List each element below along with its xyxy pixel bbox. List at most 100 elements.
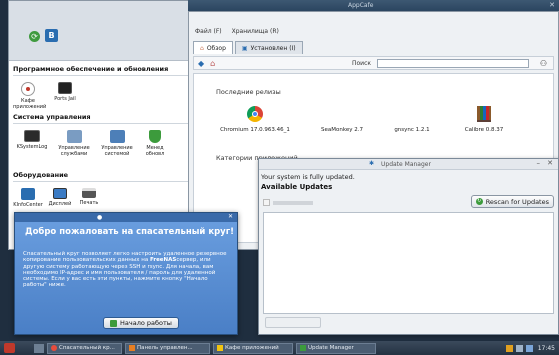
battery-icon[interactable]: [525, 344, 533, 352]
kinfocenter-item[interactable]: KInfoCenter: [13, 188, 43, 208]
calibre-icon: [477, 106, 491, 122]
welcome-body: Спасательный круг позволяет легко настро…: [23, 251, 233, 289]
search-input[interactable]: [377, 59, 529, 68]
rescan-button[interactable]: ↻ Rescan for Updates: [470, 195, 554, 208]
app-icon: ✱: [369, 160, 375, 167]
appcafe-toolbar: ◆ ⌂ Поиск ⚇: [193, 56, 554, 70]
task-label: Update Manager: [308, 345, 354, 351]
item-label: Дисплей: [48, 201, 72, 207]
close-icon[interactable]: ✕: [547, 159, 553, 167]
task-welcome[interactable]: Спасательный кр...: [47, 342, 122, 354]
system-manager-item[interactable]: Управление системой: [97, 130, 137, 157]
freenas-text: FreeNAS: [149, 257, 177, 264]
tab-label: Установлен (I): [250, 44, 296, 52]
start-update-button: [265, 317, 321, 328]
available-heading: Available Updates: [261, 183, 333, 191]
item-label: Ports Jail: [54, 96, 76, 102]
close-icon[interactable]: ✕: [228, 213, 233, 220]
welcome-dialog: ● ✕ Добро пожаловать на спасательный кру…: [14, 212, 238, 335]
tab-installed[interactable]: ▣ Установлен (I): [234, 41, 303, 54]
task-appcafe[interactable]: Кафе приложений: [213, 342, 293, 354]
control-panel-icon: [129, 345, 135, 351]
binoculars-icon[interactable]: ⚇: [540, 59, 547, 68]
menu-file[interactable]: Файл (F): [195, 28, 222, 35]
start-label: Начало работы: [120, 319, 172, 327]
back-icon[interactable]: ◆: [198, 59, 204, 68]
info-icon: [21, 188, 35, 200]
appcafe-item[interactable]: Кафе приложений: [13, 82, 47, 110]
app-item-calibre[interactable]: Calibre 0.8.37: [454, 106, 514, 133]
welcome-titlebar: ● ✕: [15, 213, 237, 222]
app-item-seamonkey[interactable]: SeaMonkey 2.7: [312, 106, 372, 133]
ports-jail-item[interactable]: Ports Jail: [53, 82, 77, 102]
task-update-manager[interactable]: Update Manager: [296, 342, 376, 354]
menu-repositories[interactable]: Хранилища (R): [232, 28, 279, 35]
installed-icon: ▣: [241, 44, 248, 52]
chromium-icon: [247, 106, 263, 122]
appcafe-icon: [217, 345, 223, 351]
section-system: Система управления KSystemLog Управление…: [13, 113, 191, 157]
gnsync-icon: [404, 106, 420, 122]
clock[interactable]: 17:45: [538, 345, 555, 352]
rescan-label: Rescan for Updates: [485, 197, 549, 206]
select-all-checkbox[interactable]: [263, 199, 270, 206]
desktop-icon[interactable]: [34, 343, 44, 353]
cafe-icon: [21, 82, 35, 96]
pcbsd-logo-icon[interactable]: B: [45, 29, 58, 42]
control-center-toolbar: ⟳ B: [9, 1, 193, 61]
app-name: SeaMonkey 2.7: [321, 127, 363, 133]
close-icon[interactable]: ✕: [549, 1, 555, 9]
updates-list[interactable]: [263, 212, 554, 314]
item-label: KSystemLog: [16, 144, 48, 150]
printer-icon: [82, 188, 96, 198]
network-icon[interactable]: [505, 344, 513, 352]
home-button-icon[interactable]: ⌂: [210, 59, 215, 68]
recent-heading: Последние релизы: [216, 88, 281, 96]
ksystemlog-item[interactable]: KSystemLog: [13, 130, 51, 150]
volume-icon[interactable]: [515, 344, 523, 352]
services-icon: [66, 130, 82, 143]
app-icon: ●: [97, 214, 103, 221]
home-icon: ⌂: [200, 44, 204, 52]
display-item[interactable]: Дисплей: [47, 188, 73, 207]
lifepreserver-icon: [51, 345, 57, 351]
status-text: Your system is fully updated.: [261, 173, 355, 181]
update-manager-item[interactable]: Менед обновл: [140, 130, 170, 157]
section-heading: Оборудование: [13, 171, 191, 182]
terminal-icon: [58, 82, 72, 94]
task-control-center[interactable]: Панель управлен...: [125, 342, 210, 354]
services-item[interactable]: Управление службами: [54, 130, 94, 157]
item-label: Управление системой: [101, 145, 133, 157]
tab-browse[interactable]: ⌂ Обзор: [193, 41, 233, 54]
appcafe-menubar: Файл (F) Хранилища (R): [189, 25, 558, 37]
section-hardware: Оборудование KInfoCenter Дисплей Печать: [13, 171, 191, 208]
window-title: AppCafe: [348, 2, 374, 9]
appcafe-tabs: ⌂ Обзор ▣ Установлен (I): [193, 41, 303, 54]
system-icon: [109, 130, 125, 143]
update-manager-window: ✱ Update Manager – ✕ Your system is full…: [258, 158, 559, 335]
task-label: Панель управлен...: [137, 345, 193, 351]
log-icon: [24, 130, 40, 142]
item-label: Кафе приложений: [13, 98, 47, 110]
app-name: gnsync 1.2.1: [394, 127, 430, 133]
start-menu-icon[interactable]: [4, 343, 15, 353]
seamonkey-icon: [334, 106, 350, 122]
item-label: Печать: [79, 200, 99, 206]
refresh-icon[interactable]: ⟳: [29, 31, 40, 42]
start-button[interactable]: Начало работы: [103, 317, 179, 329]
system-tray: 17:45: [505, 344, 555, 352]
welcome-title: Добро пожаловать на спасательный круг!: [25, 227, 235, 237]
app-name: Calibre 0.8.37: [464, 127, 504, 133]
minimize-icon[interactable]: –: [537, 159, 541, 167]
tab-label: Обзор: [206, 44, 226, 52]
item-label: Менед обновл: [145, 145, 165, 157]
select-all-row: [263, 199, 313, 206]
printing-item[interactable]: Печать: [77, 188, 101, 206]
update-manager-titlebar: ✱ Update Manager – ✕: [259, 159, 558, 170]
app-item-gnsync[interactable]: gnsync 1.2.1: [387, 106, 437, 133]
rescan-icon: ↻: [475, 198, 483, 205]
task-label: Кафе приложений: [225, 345, 279, 351]
window-title: Update Manager: [381, 161, 431, 168]
app-item-chromium[interactable]: Chromium 17.0.963.46_1: [216, 106, 294, 133]
item-label: Управление службами: [58, 145, 90, 157]
